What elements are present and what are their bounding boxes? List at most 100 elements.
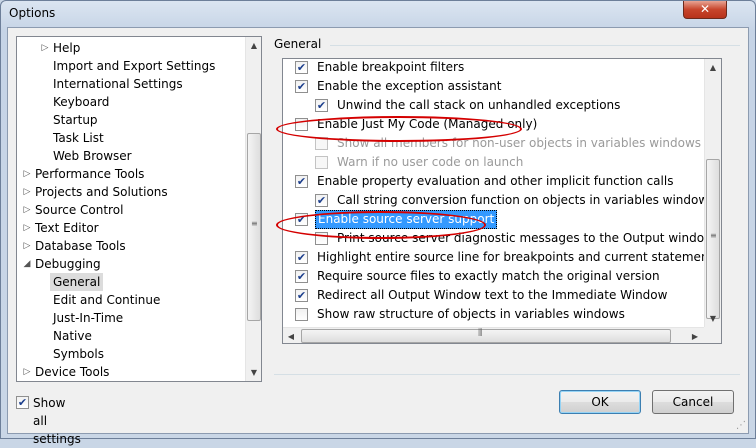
tree-item[interactable]: Web Browser (17, 147, 243, 165)
option-label: Call string conversion function on objec… (337, 193, 721, 207)
options-hscroll-thumb[interactable]: ⦀ (301, 328, 671, 343)
tree-item[interactable]: ▷ Projects and Solutions (17, 183, 243, 201)
checkbox-icon[interactable]: ✔ (16, 396, 29, 409)
cancel-button[interactable]: Cancel (652, 390, 734, 414)
close-icon: ✕ (699, 2, 711, 16)
group-title: General (274, 37, 322, 51)
resize-grip-icon[interactable]: ⋰ (736, 420, 746, 431)
tree-item-label: Device Tools (35, 365, 110, 379)
tree-item-label: Just-In-Time (53, 311, 124, 325)
checkbox-icon[interactable]: ✔ (295, 61, 308, 74)
option-label: Enable breakpoint filters (317, 60, 465, 74)
scroll-right-icon[interactable]: ▶ (687, 328, 703, 343)
checkbox-icon[interactable] (315, 156, 328, 169)
checkbox-icon[interactable] (295, 118, 308, 131)
grip-icon: ≡ (710, 231, 717, 240)
expanded-arrow-icon[interactable]: ◢ (22, 255, 32, 273)
tree-item[interactable]: ▷ Source Control (17, 201, 243, 219)
options-horizontal-scrollbar[interactable]: ◀ ⦀ ▶ (283, 327, 704, 343)
checkbox-icon[interactable] (315, 137, 328, 150)
option-label: Unwind the call stack on unhandled excep… (337, 98, 621, 112)
tree-item[interactable]: ▷ Database Tools (17, 237, 243, 255)
footer-divider (274, 374, 740, 375)
scroll-down-icon[interactable]: ▼ (246, 364, 261, 381)
option-label: Enable source server support (315, 210, 498, 229)
scroll-up-icon[interactable]: ▲ (246, 37, 261, 54)
tree-item-label: Edit and Continue (53, 293, 161, 307)
tree-item[interactable]: Import and Export Settings (17, 57, 243, 75)
scroll-corner (704, 327, 721, 343)
tree-item[interactable]: ◢ Debugging (17, 255, 243, 273)
tree-item[interactable]: Task List (17, 129, 243, 147)
checkbox-icon[interactable] (315, 232, 328, 245)
checkbox-icon[interactable]: ✔ (295, 175, 308, 188)
scroll-left-icon[interactable]: ◀ (283, 328, 299, 343)
checkbox-icon[interactable] (295, 308, 308, 321)
checkbox-icon[interactable]: ✔ (295, 270, 308, 283)
option-label: Enable the exception assistant (317, 79, 502, 93)
option-label: Redirect all Output Window text to the I… (317, 288, 668, 302)
tree-item-label: Startup (53, 113, 98, 127)
scroll-down-icon[interactable]: ▼ (705, 310, 721, 327)
collapsed-arrow-icon[interactable]: ▷ (22, 237, 32, 255)
option-label: Highlight entire source line for breakpo… (317, 250, 714, 264)
tree-item-label: Help (53, 41, 81, 55)
tree-item-label: Performance Tools (35, 167, 145, 181)
tree-item-label: Projects and Solutions (35, 185, 168, 199)
tree-item[interactable]: Keyboard (17, 93, 243, 111)
collapsed-arrow-icon[interactable]: ▷ (40, 39, 50, 57)
group-divider (330, 45, 740, 46)
tree-item[interactable]: ▷ Text Editor (17, 219, 243, 237)
options-list[interactable]: ✔ Enable breakpoint filters ✔ Enable the ex… (282, 58, 722, 344)
checkbox-icon[interactable]: ✔ (315, 99, 328, 112)
tree-item-label: Keyboard (53, 95, 110, 109)
option-label: Warn if no user code on launch (337, 155, 524, 169)
scroll-up-icon[interactable]: ▲ (705, 59, 721, 76)
options-tree[interactable]: ▷ Help Import and Export Settings Internati… (16, 36, 262, 382)
collapsed-arrow-icon[interactable]: ▷ (22, 201, 32, 219)
checkbox-icon[interactable]: ✔ (295, 289, 308, 302)
option-label: Enable property evaluation and other imp… (317, 174, 674, 188)
tree-vertical-scrollbar[interactable]: ▲ ≡ ▼ (245, 37, 261, 381)
tree-item[interactable]: Just-In-Time (17, 309, 243, 327)
hgrip-icon: ⦀ (478, 328, 483, 339)
checkbox-icon[interactable]: ✔ (315, 194, 328, 207)
tree-item[interactable]: ▷ Help (17, 39, 243, 57)
collapsed-arrow-icon[interactable]: ▷ (22, 363, 32, 381)
tree-item-label: International Settings (53, 77, 183, 91)
option-label: Enable Just My Code (Managed only) (317, 117, 538, 131)
tree-item[interactable]: Native (17, 327, 243, 345)
collapsed-arrow-icon[interactable]: ▷ (22, 165, 32, 183)
tree-item[interactable]: International Settings (17, 75, 243, 93)
ok-button[interactable]: OK (559, 390, 641, 414)
tree-item-label: Database Tools (35, 239, 126, 253)
tree-item-label: Web Browser (53, 149, 132, 163)
title-bar[interactable]: Options ✕ (1, 1, 755, 27)
options-scroll-thumb[interactable]: ≡ (706, 159, 720, 319)
tree-item-label: Native (53, 329, 92, 343)
window-title: Options (9, 6, 56, 20)
tree-item-label: Source Control (35, 203, 124, 217)
tree-item[interactable]: General (17, 273, 243, 291)
collapsed-arrow-icon[interactable]: ▷ (22, 219, 32, 237)
tree-item[interactable]: ▷ Performance Tools (17, 165, 243, 183)
tree-item[interactable]: Edit and Continue (17, 291, 243, 309)
options-window: Options ✕ ▷ Help Import and Export Setting… (0, 0, 756, 446)
option-label: Show raw structure of objects in variabl… (317, 307, 625, 321)
collapsed-arrow-icon[interactable]: ▷ (22, 183, 32, 201)
tree-scroll-thumb[interactable]: ≡ (247, 133, 261, 321)
checkbox-icon[interactable]: ✔ (295, 80, 308, 93)
tree-item-label: Task List (53, 131, 104, 145)
tree-item-label: Symbols (53, 347, 104, 361)
close-button[interactable]: ✕ (683, 1, 727, 19)
checkbox-icon[interactable]: ✔ (295, 213, 308, 226)
show-all-label: Show all settings (33, 396, 81, 446)
options-vertical-scrollbar[interactable]: ▲ ≡ ▼ (704, 59, 721, 327)
option-label: Print source server diagnostic messages … (337, 231, 714, 245)
option-label: Require source files to exactly match th… (317, 269, 660, 283)
tree-item[interactable]: Symbols (17, 345, 243, 363)
tree-item[interactable]: ▷ Device Tools (17, 363, 243, 381)
checkbox-icon[interactable]: ✔ (295, 251, 308, 264)
tree-item-label: Text Editor (35, 221, 99, 235)
tree-item[interactable]: Startup (17, 111, 243, 129)
